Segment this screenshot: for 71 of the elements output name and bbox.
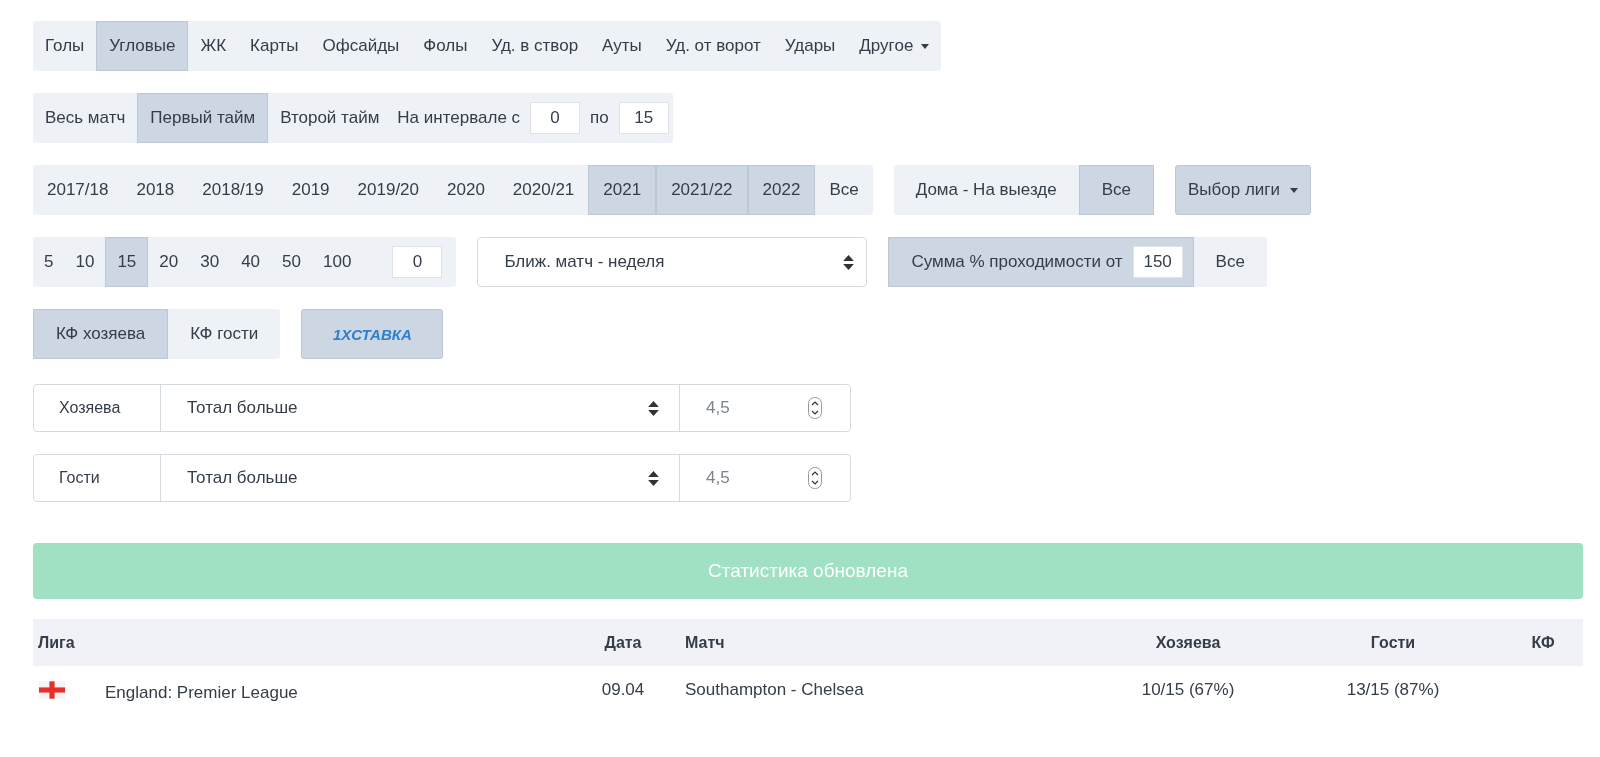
- next-match-select[interactable]: Ближ. матч - неделя: [477, 237, 868, 287]
- total-field[interactable]: 4,5: [706, 398, 786, 418]
- stat-tab[interactable]: Офсайды: [310, 21, 412, 71]
- season-tab[interactable]: 2018: [122, 165, 189, 215]
- venue-tab[interactable]: Дома - На выезде: [893, 165, 1079, 215]
- interval-from-field[interactable]: 0: [530, 102, 581, 134]
- count-tab[interactable]: 100: [312, 237, 363, 287]
- column-header: Дата: [603, 633, 643, 652]
- spinner-icon: [808, 467, 822, 489]
- sum-all-tab[interactable]: Все: [1193, 237, 1267, 287]
- column-header: Матч: [684, 633, 726, 652]
- column-header: КФ: [1530, 633, 1556, 652]
- stat-tab[interactable]: Уд. от ворот: [653, 21, 773, 71]
- total-field[interactable]: 4,5: [706, 468, 786, 488]
- season-tab[interactable]: 2022: [747, 165, 816, 215]
- column-header: Лига: [37, 633, 76, 652]
- season-tab[interactable]: 2020: [433, 165, 499, 215]
- interval-to-label: по: [589, 108, 610, 128]
- stat-tab[interactable]: Ауты: [590, 21, 654, 71]
- interval-to-field[interactable]: 15: [618, 102, 669, 134]
- stat-tab[interactable]: ЖК: [188, 21, 239, 71]
- cross-flag-icon: [39, 680, 65, 700]
- count-tab[interactable]: 10: [64, 237, 106, 287]
- stat-tab[interactable]: Угловые: [96, 21, 189, 71]
- sort-arrows-icon: [843, 254, 855, 270]
- stat-tab[interactable]: Фолы: [411, 21, 480, 71]
- odds-side-tab[interactable]: КФ гости: [168, 309, 281, 359]
- table-cell: Southampton - Chelsea: [685, 680, 864, 699]
- league-dropdown[interactable]: Выбор лиги: [1175, 165, 1312, 215]
- season-tab[interactable]: 2017/18: [33, 165, 123, 215]
- period-tab[interactable]: Весь матч: [33, 93, 138, 143]
- season-tab[interactable]: 2020/21: [498, 165, 589, 215]
- spinner-icon: [808, 397, 822, 419]
- sum-field[interactable]: 150: [1132, 246, 1183, 278]
- column-header: Гости: [1369, 633, 1417, 652]
- sort-arrows-icon: [648, 400, 659, 416]
- season-tab[interactable]: 2021: [588, 165, 657, 215]
- table-cell: England: Premier League: [105, 683, 298, 703]
- count-tab[interactable]: 5: [33, 237, 65, 287]
- count-field[interactable]: 0: [392, 246, 443, 278]
- sum-label: Сумма % проходимости от: [911, 252, 1123, 272]
- sort-arrows-icon: [648, 470, 659, 486]
- status-banner: Статистика обновлена: [33, 543, 1583, 599]
- table-cell: 09.04: [601, 680, 645, 699]
- count-tab[interactable]: 50: [271, 237, 312, 287]
- table-cell: 13/15 (87%): [1346, 680, 1440, 699]
- season-tab[interactable]: Все: [815, 165, 873, 215]
- count-tab[interactable]: 20: [148, 237, 190, 287]
- stat-tab[interactable]: Уд. в створ: [479, 21, 591, 71]
- stat-tab[interactable]: Удары: [772, 21, 848, 71]
- season-tab[interactable]: 2018/19: [188, 165, 278, 215]
- interval-label: На интервале с: [396, 108, 522, 128]
- season-tab[interactable]: 2021/22: [656, 165, 748, 215]
- period-tab[interactable]: Первый тайм: [137, 93, 269, 143]
- odds-side-tab[interactable]: КФ хозяева: [33, 309, 169, 359]
- count-tab[interactable]: 40: [230, 237, 272, 287]
- stat-tab[interactable]: Голы: [33, 21, 97, 71]
- market-select[interactable]: Тотал больше: [161, 385, 680, 431]
- stat-tab[interactable]: Другое: [847, 21, 942, 71]
- table-cell: 10/15 (67%): [1141, 680, 1235, 699]
- team-label: Хозяева: [34, 385, 161, 431]
- venue-tab[interactable]: Все: [1078, 165, 1154, 215]
- count-tab[interactable]: 30: [189, 237, 231, 287]
- period-tab[interactable]: Второй тайм: [268, 93, 392, 143]
- market-select[interactable]: Тотал больше: [161, 455, 680, 501]
- team-label: Гости: [34, 455, 161, 501]
- season-tab[interactable]: 2019/20: [343, 165, 433, 215]
- stat-tab[interactable]: Карты: [238, 21, 311, 71]
- column-header: Хозяева: [1154, 633, 1222, 652]
- season-tab[interactable]: 2019: [277, 165, 344, 215]
- count-tab[interactable]: 15: [105, 237, 149, 287]
